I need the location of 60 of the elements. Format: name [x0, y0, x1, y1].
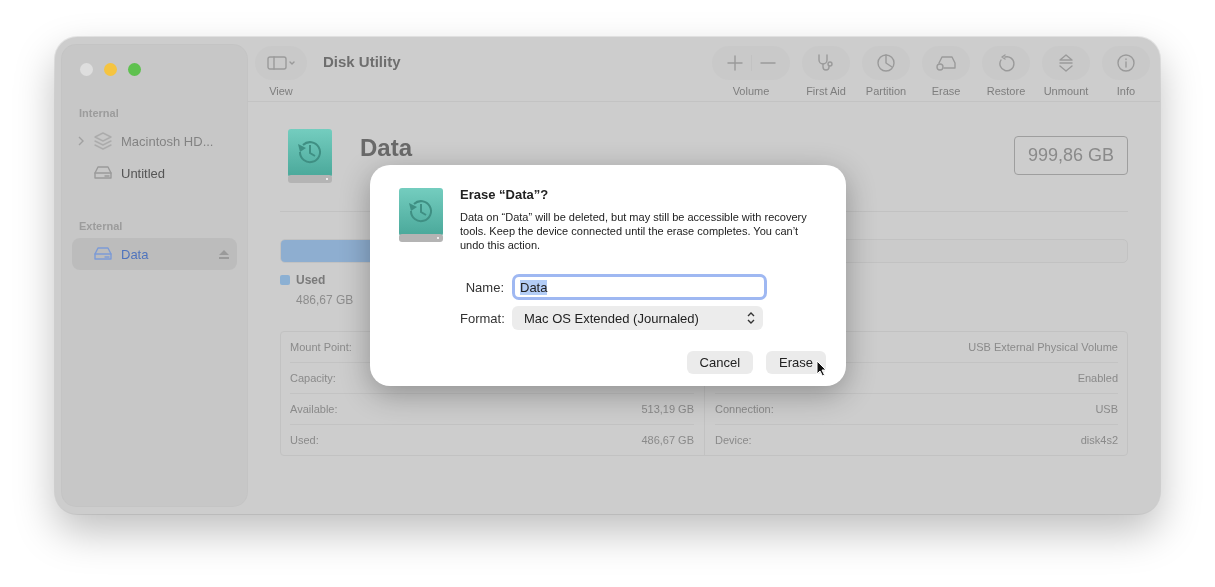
info-value: Enabled [1077, 372, 1118, 384]
name-field[interactable]: Data [512, 274, 767, 300]
toolbar-button[interactable] [922, 46, 970, 80]
info-value: 513,19 GB [641, 403, 694, 415]
stethoscope-icon[interactable] [816, 53, 836, 73]
volume-buttons[interactable] [712, 46, 790, 80]
info-value: 486,67 GB [641, 434, 694, 446]
info-icon[interactable] [1117, 54, 1135, 72]
toolbar-button[interactable] [1042, 46, 1090, 80]
info-label: Used: [290, 434, 319, 446]
unmount-icon[interactable] [1057, 54, 1075, 72]
legend-value: 486,67 GB [296, 293, 355, 307]
toolbar-label: Restore [986, 85, 1026, 97]
field-label: Name: [464, 279, 504, 295]
updown-icon [747, 312, 755, 324]
pie-icon[interactable] [877, 54, 895, 72]
window-control[interactable] [128, 63, 141, 76]
info-value: USB [1095, 403, 1118, 415]
toolbar-label: Info [1116, 85, 1136, 97]
toolbar-button[interactable] [802, 46, 850, 80]
toolbar-button[interactable] [982, 46, 1030, 80]
plus-icon[interactable] [726, 55, 743, 71]
sidebar-item[interactable]: Untitled [72, 157, 237, 189]
toolbar-label: Erase [931, 85, 961, 97]
toolbar-button[interactable] [1102, 46, 1150, 80]
legend-label: Used [296, 273, 326, 287]
info-label: Capacity: [290, 372, 336, 384]
toolbar-label: View [269, 85, 293, 97]
toolbar-button[interactable] [862, 46, 910, 80]
toolbar-label: Partition [865, 85, 907, 97]
window-title: Disk Utility [323, 53, 401, 70]
info-label: Available: [290, 403, 338, 415]
eject-icon[interactable] [219, 249, 229, 259]
capacity-badge: 999,86 GB [1013, 136, 1128, 175]
format-popup[interactable]: Mac OS Extended (Journaled) [512, 306, 763, 330]
confirm-button[interactable]: Erase [766, 351, 826, 374]
drive-icon [93, 246, 113, 262]
window-control[interactable] [104, 63, 117, 76]
toolbar-label: Volume [732, 85, 770, 97]
eraser-icon[interactable] [935, 55, 957, 71]
pointer-icon [816, 360, 828, 377]
info-value: USB External Physical Volume [968, 341, 1118, 353]
field-label: Format: [460, 310, 504, 326]
toolbar-label: Unmount [1043, 85, 1089, 97]
layers-icon [93, 131, 113, 151]
info-label: Device: [715, 434, 752, 446]
volume-name: Data [360, 134, 413, 162]
disk-icon [287, 128, 333, 184]
toolbar-label: First Aid [806, 85, 846, 97]
cancel-button[interactable]: Cancel [686, 351, 754, 374]
info-value: disk4s2 [1080, 434, 1118, 446]
info-label: Mount Point: [290, 341, 352, 353]
drive-icon [93, 165, 113, 181]
disk-icon [398, 187, 444, 243]
undo-icon[interactable] [997, 54, 1015, 72]
info-label: Connection: [715, 403, 774, 415]
sidebar-toggle-button[interactable] [255, 46, 307, 80]
dialog-message: Data on “Data” will be deleted, but may still be accessible with recovery tools. Keep the device connected until the erase completes. You can’t undo this action. [460, 210, 808, 252]
sidebar-icon [267, 56, 295, 70]
dialog-title: Erase “Data”? [460, 187, 550, 202]
